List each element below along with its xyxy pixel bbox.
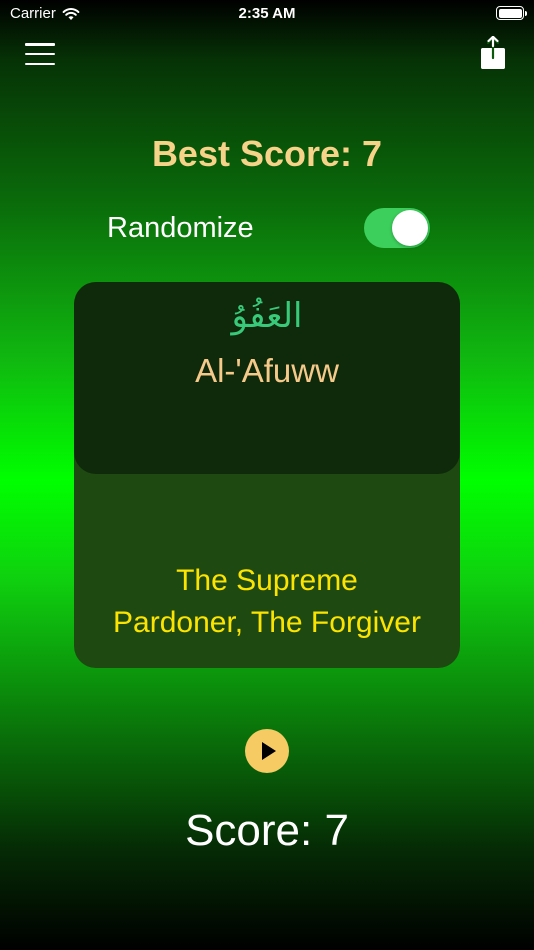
share-icon[interactable] <box>480 36 506 70</box>
status-time: 2:35 AM <box>238 5 296 22</box>
card-name-section: العَفُوُ Al-'Afuww <box>74 282 460 474</box>
name-card[interactable]: العَفُوُ Al-'Afuww The Supreme Pardoner,… <box>74 282 460 668</box>
score-label: Score: 7 <box>185 806 349 855</box>
toggle-knob <box>392 210 428 246</box>
hamburger-menu-icon[interactable] <box>24 40 56 68</box>
meaning-text: The Supreme Pardoner, The Forgiver <box>74 560 460 644</box>
randomize-label: Randomize <box>107 212 254 244</box>
best-score-label: Best Score: 7 <box>151 133 383 174</box>
play-icon <box>262 742 276 760</box>
play-audio-button[interactable] <box>245 729 289 773</box>
arabic-name: العَفُوُ <box>231 296 303 336</box>
meaning-line-2: Pardoner, The Forgiver <box>113 606 421 639</box>
meaning-line-1: The Supreme <box>176 564 358 597</box>
battery-icon <box>496 6 527 20</box>
transliteration: Al-'Afuww <box>195 352 339 389</box>
status-bar: Carrier 2:35 AM <box>0 0 534 28</box>
randomize-toggle[interactable] <box>364 208 430 248</box>
